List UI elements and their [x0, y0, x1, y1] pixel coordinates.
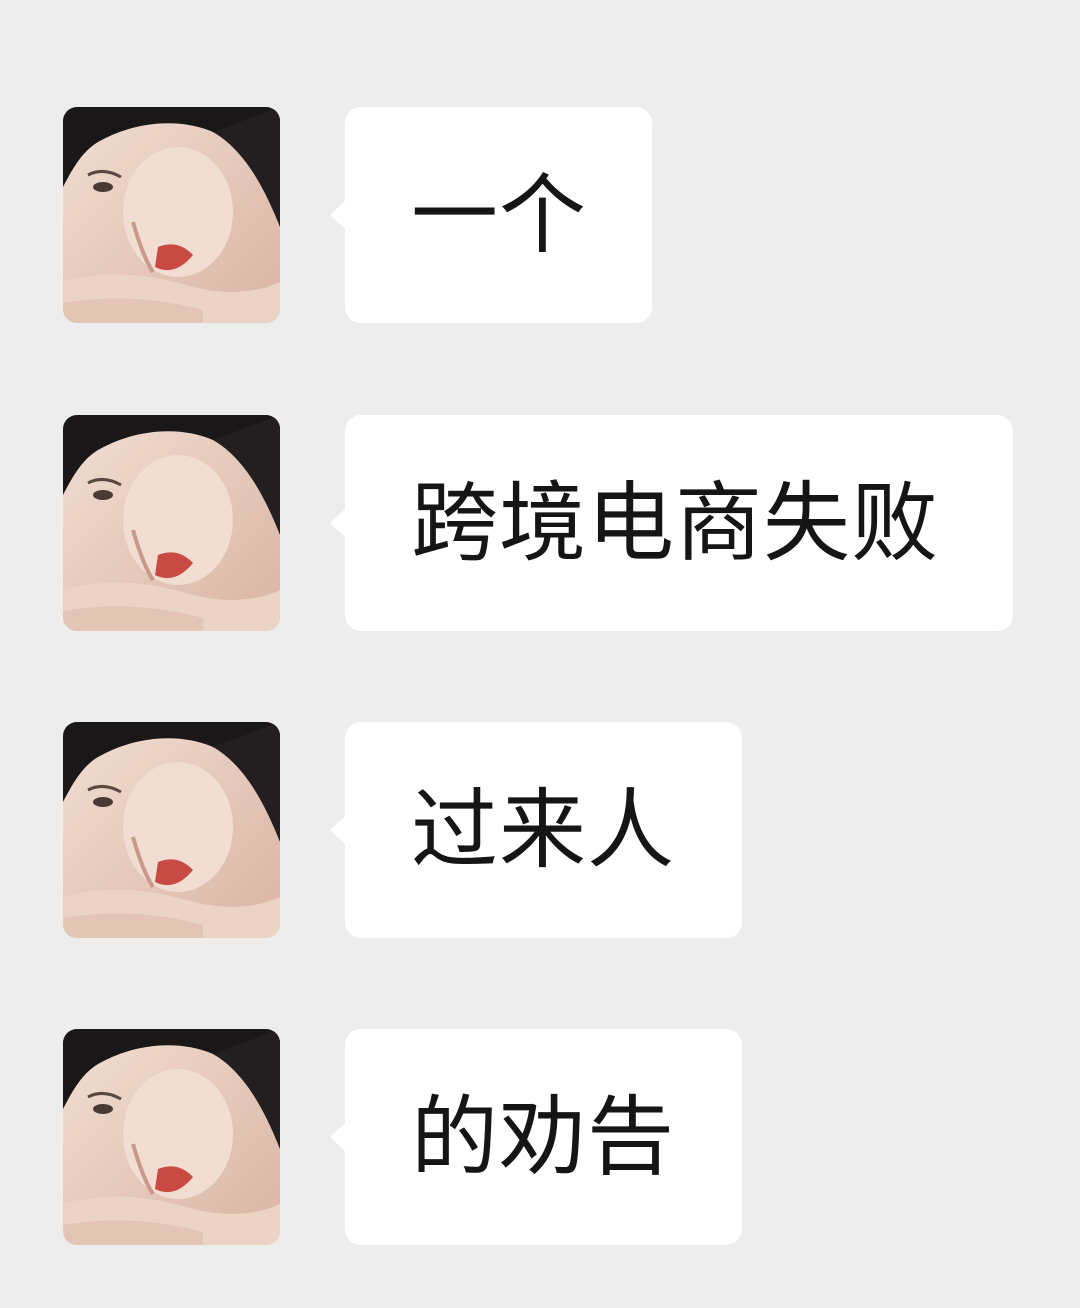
sender-avatar[interactable] — [63, 415, 280, 631]
message-text: 一个 — [411, 163, 587, 266]
woman-portrait-icon — [63, 415, 280, 631]
woman-portrait-icon — [63, 1029, 280, 1245]
message-bubble[interactable]: 过来人 — [330, 722, 742, 938]
message-text: 跨境电商失败 — [411, 471, 939, 574]
message-bubble[interactable]: 一个 — [330, 107, 652, 323]
chat-message: 跨境电商失败 — [0, 415, 1080, 631]
message-text: 过来人 — [411, 778, 675, 881]
message-text: 的劝告 — [411, 1085, 675, 1188]
bubble-tail — [330, 1122, 346, 1152]
sender-avatar[interactable] — [63, 1029, 280, 1245]
chat-message-list[interactable]: 一个 跨境电商失败 过来人 的劝告 — [0, 0, 1080, 1308]
message-bubble[interactable]: 跨境电商失败 — [330, 415, 1013, 631]
message-bubble[interactable]: 的劝告 — [330, 1029, 742, 1245]
chat-message: 一个 — [0, 107, 1080, 323]
bubble-tail — [330, 815, 346, 845]
woman-portrait-icon — [63, 722, 280, 938]
chat-message: 过来人 — [0, 722, 1080, 938]
bubble-tail — [330, 508, 346, 538]
sender-avatar[interactable] — [63, 722, 280, 938]
chat-message: 的劝告 — [0, 1029, 1080, 1245]
bubble-tail — [330, 200, 346, 230]
woman-portrait-icon — [63, 107, 280, 323]
sender-avatar[interactable] — [63, 107, 280, 323]
